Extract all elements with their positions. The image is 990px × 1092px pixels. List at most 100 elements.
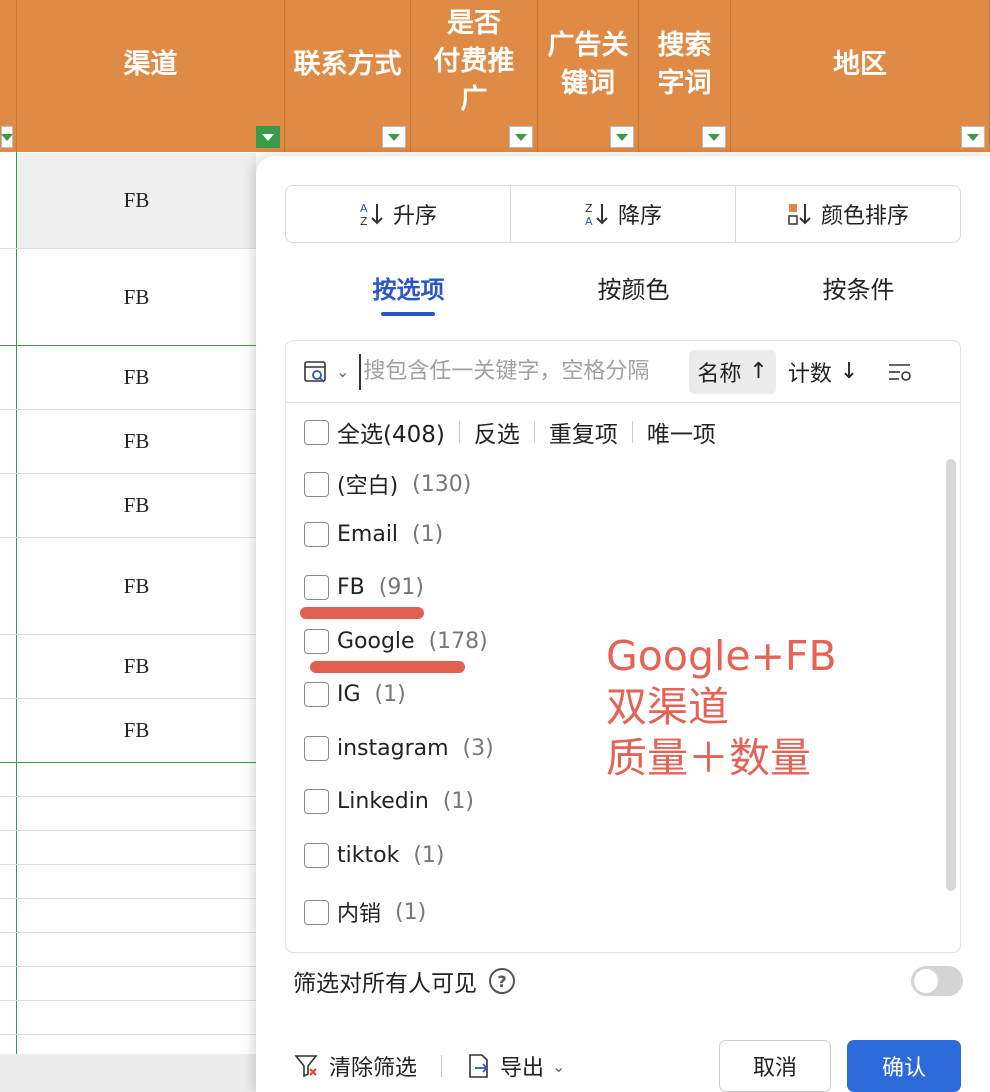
export-button[interactable]: 导出 ⌄: [466, 1050, 565, 1082]
option-item[interactable]: 内销 (1): [304, 896, 426, 928]
settings-icon[interactable]: [886, 358, 914, 386]
option-label: 内销: [337, 902, 382, 927]
visibility-label: 筛选对所有人可见: [293, 971, 477, 997]
help-icon[interactable]: ?: [489, 968, 515, 994]
header-label: 广告关 键词: [548, 27, 629, 103]
select-all-label[interactable]: 全选(408): [337, 415, 445, 449]
arrow-up-icon: ↑: [749, 359, 768, 384]
clear-filter-icon: [294, 1055, 318, 1078]
header-line: 搜索: [657, 30, 712, 61]
option-checkbox[interactable]: [304, 682, 329, 707]
option-checkbox[interactable]: [304, 575, 329, 600]
option-item[interactable]: IG (1): [304, 682, 406, 707]
grid-line: [0, 966, 256, 967]
option-item[interactable]: Linkedin (1): [304, 789, 474, 814]
option-item[interactable]: Google (178): [304, 629, 488, 654]
annotation-line: 双渠道: [606, 683, 729, 731]
option-checkbox[interactable]: [304, 522, 329, 547]
select-all-checkbox[interactable]: [304, 419, 329, 445]
option-count: (3): [462, 736, 494, 761]
filter-arrow-icon: [616, 133, 628, 141]
filter-dropdown-button[interactable]: [610, 126, 634, 148]
sort-by-name-button[interactable]: 名称 ↑: [689, 349, 776, 394]
option-label: instagram: [337, 736, 449, 761]
column-header-a[interactable]: [0, 0, 17, 152]
option-item[interactable]: tiktok (1): [304, 843, 444, 868]
header-line: 字词: [657, 68, 712, 99]
table-cell[interactable]: FB: [17, 538, 256, 634]
cancel-button[interactable]: 取消: [719, 1040, 831, 1092]
tab-by-color[interactable]: 按颜色: [521, 266, 746, 316]
svg-text:A: A: [360, 202, 368, 215]
option-checkbox[interactable]: [304, 789, 329, 814]
option-label: Google: [337, 629, 415, 654]
search-scope-icon[interactable]: [302, 358, 330, 386]
duplicates-link[interactable]: 重复项: [549, 415, 618, 449]
annotation-line: 质量＋数量: [606, 734, 811, 782]
filter-dropdown-button[interactable]: [1, 126, 13, 148]
table-cell[interactable]: FB: [17, 346, 256, 409]
column-header-contact[interactable]: 联系方式: [285, 0, 411, 152]
filter-dropdown-button[interactable]: [509, 126, 533, 148]
grid-line: [0, 864, 256, 865]
sort-asc-button[interactable]: AZ 升序: [286, 186, 511, 242]
visibility-label-group: 筛选对所有人可见 ?: [293, 964, 515, 998]
table-cell[interactable]: FB: [17, 699, 256, 762]
option-count: (1): [374, 682, 406, 707]
panel-footer: 清除筛选 导出 ⌄ 取消 确认: [293, 1040, 963, 1092]
invert-selection-link[interactable]: 反选: [474, 415, 520, 449]
column-header-search-term[interactable]: 搜索 字词: [639, 0, 731, 152]
filter-active-button[interactable]: [256, 126, 280, 148]
visibility-row: 筛选对所有人可见 ?: [293, 964, 963, 998]
chevron-down-icon[interactable]: ⌄: [336, 362, 349, 381]
option-item[interactable]: instagram (3): [304, 736, 494, 761]
sort-asc-label: 升序: [392, 204, 437, 229]
sort-desc-button[interactable]: ZA 降序: [511, 186, 736, 242]
color-sort-button[interactable]: 颜色排序: [736, 186, 960, 242]
option-label: IG: [337, 682, 361, 707]
confirm-button[interactable]: 确认: [847, 1040, 961, 1092]
clear-filter-button[interactable]: 清除筛选: [293, 1050, 417, 1082]
column-header-channel[interactable]: 渠道: [17, 0, 285, 152]
filter-dropdown-button[interactable]: [702, 126, 726, 148]
table-cell[interactable]: FB: [17, 249, 256, 345]
export-icon: [469, 1054, 489, 1078]
grid-line: [0, 762, 256, 763]
option-item[interactable]: (空白) (130): [304, 468, 471, 500]
header-label: 联系方式: [293, 49, 402, 80]
arrow-down-icon: ↓: [839, 359, 859, 384]
option-checkbox[interactable]: [304, 843, 329, 868]
column-header-ad-keyword[interactable]: 广告关 键词: [538, 0, 639, 152]
option-label: Email: [337, 522, 399, 547]
option-checkbox[interactable]: [304, 736, 329, 761]
tab-by-option[interactable]: 按选项: [296, 266, 521, 316]
table-cell[interactable]: FB: [17, 635, 256, 698]
sort-desc-label: 降序: [617, 204, 662, 229]
search-input[interactable]: [359, 353, 690, 390]
table-cell[interactable]: FB: [17, 474, 256, 537]
filter-dropdown-button[interactable]: [382, 126, 406, 148]
option-checkbox[interactable]: [304, 471, 329, 497]
option-item[interactable]: FB (91): [304, 575, 424, 600]
divider: [441, 1055, 443, 1077]
table-cell[interactable]: FB: [17, 153, 256, 248]
option-count: (178): [428, 629, 488, 654]
option-checkbox[interactable]: [304, 629, 329, 654]
sort-by-count-button[interactable]: 计数 ↓: [780, 350, 866, 394]
sort-by-count-label: 计数: [787, 361, 832, 387]
annotation-underline: [310, 661, 465, 673]
filter-dropdown-button[interactable]: [961, 126, 985, 148]
clear-filter-label: 清除筛选: [329, 1056, 418, 1081]
header-line: 广: [460, 84, 488, 115]
column-header-paid-promo[interactable]: 是否 付费推 广: [411, 0, 538, 152]
column-header-region[interactable]: 地区: [731, 0, 990, 152]
option-item[interactable]: Email (1): [304, 522, 443, 547]
visibility-toggle[interactable]: [911, 966, 963, 996]
table-cell[interactable]: FB: [17, 410, 256, 473]
option-checkbox[interactable]: [304, 899, 329, 925]
unique-link[interactable]: 唯一项: [647, 415, 716, 449]
option-label: FB: [337, 575, 365, 600]
scrollbar[interactable]: [946, 459, 956, 891]
tab-by-condition[interactable]: 按条件: [746, 266, 971, 316]
header-label: 是否 付费推 广: [434, 5, 515, 119]
